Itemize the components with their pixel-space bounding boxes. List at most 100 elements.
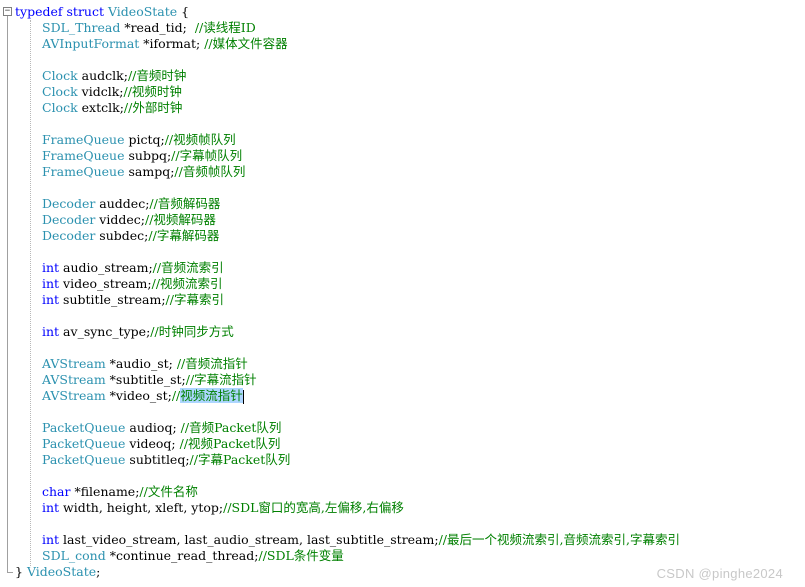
comment: //文件名称 [139, 484, 198, 499]
declaration: videoq; [125, 436, 180, 451]
comment: //视频时钟 [123, 84, 182, 99]
declaration: subdec; [95, 228, 149, 243]
code-line[interactable]: FrameQueue sampq;//音频帧队列 [15, 164, 805, 180]
watermark: CSDN @pinghe2024 [656, 566, 783, 581]
declaration: subtitle_stream; [59, 292, 166, 307]
declaration: viddec; [95, 212, 145, 227]
code-line[interactable]: AVStream *audio_st; //音频流指针 [15, 356, 805, 372]
blank-line[interactable] [15, 404, 805, 420]
code-line[interactable]: int audio_stream;//音频流索引 [15, 260, 805, 276]
keyword: int [42, 532, 60, 547]
comment: //音频流指针 [176, 356, 248, 371]
keyword: int [42, 500, 60, 515]
code-line[interactable]: int video_stream;//视频流索引 [15, 276, 805, 292]
comment: //字幕解码器 [148, 228, 220, 243]
code-line-struct-header[interactable]: typedef struct VideoState { [15, 4, 805, 20]
blank-line[interactable] [15, 52, 805, 68]
keyword: struct [66, 4, 105, 19]
code-line[interactable]: PacketQueue audioq; //音频Packet队列 [15, 420, 805, 436]
declaration: extclk; [77, 100, 124, 115]
declaration: *read_tid; [120, 20, 195, 35]
declaration: *video_st; [105, 388, 172, 403]
declaration: *continue_read_thread; [105, 548, 259, 563]
blank-line[interactable] [15, 244, 805, 260]
type-name: Decoder [42, 212, 96, 227]
code-line[interactable]: char *filename;//文件名称 [15, 484, 805, 500]
declaration: *audio_st; [105, 356, 177, 371]
struct-name: VideoState [107, 4, 178, 19]
typedef-name: VideoState [26, 564, 97, 579]
code-line[interactable]: int width, height, xleft, ytop;//SDL窗口的宽… [15, 500, 805, 516]
blank-line[interactable] [15, 308, 805, 324]
code-line[interactable]: int subtitle_stream;//字幕索引 [15, 292, 805, 308]
fold-guide-line [7, 16, 8, 572]
declaration: *filename; [70, 484, 140, 499]
code-line[interactable]: Clock extclk;//外部时钟 [15, 100, 805, 116]
code-line[interactable]: FrameQueue pictq;//视频帧队列 [15, 132, 805, 148]
comment: //字幕流指针 [185, 372, 257, 387]
comment: //字幕索引 [165, 292, 224, 307]
declaration: video_stream; [59, 276, 152, 291]
type-name: Clock [42, 84, 78, 99]
declaration: width, height, xleft, ytop; [59, 500, 224, 515]
code-line[interactable]: Clock audclk;//音频时钟 [15, 68, 805, 84]
code-line[interactable]: PacketQueue subtitleq;//字幕Packet队列 [15, 452, 805, 468]
selected-text[interactable]: 视频流指针 [180, 388, 243, 403]
declaration: subpq; [124, 148, 172, 163]
blank-line[interactable] [15, 116, 805, 132]
comment: //视频Packet队列 [179, 436, 281, 451]
code-line[interactable]: SDL_Thread *read_tid; //读线程ID [15, 20, 805, 36]
code-line[interactable]: AVInputFormat *iformat; //媒体文件容器 [15, 36, 805, 52]
type-name: AVStream [42, 372, 106, 387]
comment: //音频Packet队列 [180, 420, 282, 435]
declaration: vidclk; [77, 84, 124, 99]
semicolon: ; [96, 564, 101, 579]
code-line[interactable]: Decoder subdec;//字幕解码器 [15, 228, 805, 244]
type-name: PacketQueue [42, 420, 126, 435]
code-line[interactable]: Clock vidclk;//视频时钟 [15, 84, 805, 100]
comment: //媒体文件容器 [204, 36, 288, 51]
blank-line[interactable] [15, 516, 805, 532]
code-line[interactable]: SDL_cond *continue_read_thread;//SDL条件变量 [15, 548, 805, 564]
type-name: AVStream [42, 388, 106, 403]
code-line[interactable]: Decoder viddec;//视频解码器 [15, 212, 805, 228]
comment: //视频流索引 [151, 276, 223, 291]
blank-line[interactable] [15, 180, 805, 196]
code-line[interactable]: Decoder auddec;//音频解码器 [15, 196, 805, 212]
code-editor[interactable]: − typedef struct VideoState { SDL_Thread… [0, 0, 805, 587]
declaration: audio_stream; [59, 260, 153, 275]
close-brace: } [15, 564, 27, 579]
blank-line[interactable] [15, 468, 805, 484]
comment: //音频流索引 [152, 260, 224, 275]
code-area[interactable]: typedef struct VideoState { SDL_Thread *… [15, 4, 805, 580]
code-line-active[interactable]: AVStream *video_st;//视频流指针 [15, 388, 805, 404]
blank-line[interactable] [15, 340, 805, 356]
type-name: SDL_cond [42, 548, 106, 563]
declaration: *subtitle_st; [105, 372, 186, 387]
type-name: SDL_Thread [42, 20, 121, 35]
code-line[interactable]: PacketQueue videoq; //视频Packet队列 [15, 436, 805, 452]
code-line[interactable]: FrameQueue subpq;//字幕帧队列 [15, 148, 805, 164]
declaration: av_sync_type; [59, 324, 151, 339]
comment: //视频帧队列 [164, 132, 236, 147]
comment: //最后一个视频流索引,音频流索引,字幕索引 [438, 532, 680, 547]
declaration: sampq; [124, 164, 175, 179]
type-name: AVStream [42, 356, 106, 371]
declaration: last_video_stream, last_audio_stream, la… [59, 532, 439, 547]
comment: //时钟同步方式 [150, 324, 234, 339]
type-name: FrameQueue [42, 132, 125, 147]
comment: // [171, 388, 181, 403]
declaration: audioq; [125, 420, 181, 435]
code-line[interactable]: int av_sync_type;//时钟同步方式 [15, 324, 805, 340]
code-line[interactable]: int last_video_stream, last_audio_stream… [15, 532, 805, 548]
comment: //音频时钟 [127, 68, 187, 83]
comment: //音频解码器 [149, 196, 221, 211]
collapse-icon[interactable]: − [3, 7, 12, 16]
type-name: PacketQueue [42, 436, 126, 451]
open-brace: { [177, 4, 190, 19]
comment: //字幕帧队列 [171, 148, 243, 163]
type-name: FrameQueue [42, 148, 125, 163]
comment: //外部时钟 [123, 100, 183, 115]
code-line[interactable]: AVStream *subtitle_st;//字幕流指针 [15, 372, 805, 388]
declaration: *iformat; [139, 36, 205, 51]
